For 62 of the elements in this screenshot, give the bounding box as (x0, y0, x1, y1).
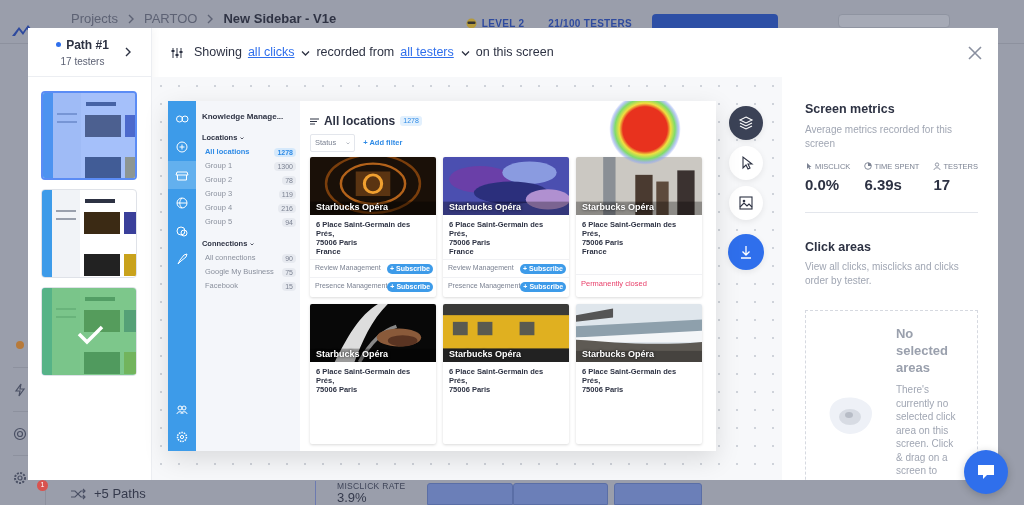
card-title: Starbucks Opéra (448, 203, 521, 212)
section-subtitle: View all clicks, misclicks and clicks order by tester. (804, 260, 960, 289)
settings-icon[interactable] (13, 470, 27, 485)
panel-title: Screen metrics (804, 101, 896, 118)
caret-down-icon (346, 141, 351, 145)
status-dot-icon (56, 42, 62, 47)
lifebuoy-icon[interactable] (13, 426, 27, 441)
card-title: Starbucks Opéra (448, 350, 521, 359)
users-icon[interactable] (174, 403, 189, 415)
image-icon (736, 194, 755, 212)
screen-thumbnail[interactable] (41, 91, 138, 180)
add-icon[interactable] (174, 141, 189, 153)
download-button[interactable] (727, 234, 764, 270)
clicks-dropdown[interactable]: all clicks (247, 43, 295, 62)
metric-value: 6.39s (864, 175, 903, 195)
filter-label: recorded from (316, 44, 395, 62)
sunglasses-face-icon (465, 18, 477, 29)
caret-down-icon[interactable] (249, 241, 256, 247)
section-title: Click areas (804, 238, 872, 256)
card-title: Starbucks Opéra (581, 350, 654, 359)
clock-icon (864, 162, 873, 171)
menu-icon[interactable] (309, 117, 319, 125)
testers-dropdown[interactable]: all testers (400, 43, 454, 62)
path-subtitle: 17 testers (59, 54, 106, 69)
caret-down-icon[interactable] (239, 135, 246, 141)
metric-label: MISCLICK RATE (337, 481, 407, 491)
settings-icon[interactable] (174, 431, 189, 443)
chat-icon[interactable] (174, 225, 189, 237)
breadcrumb-link[interactable]: Projects (71, 9, 118, 29)
empty-text: There's currently no selected click area on this screen. Click & drag on a screen to (895, 383, 957, 478)
card-title: Starbucks Opéra (581, 203, 654, 212)
image-button[interactable] (728, 186, 763, 220)
status-dot-icon[interactable] (13, 338, 27, 352)
metric-value: 3.9% (337, 491, 368, 505)
lightning-icon[interactable] (13, 382, 27, 397)
panel-subtitle: Average metrics recorded for this screen (804, 122, 954, 151)
filter-icon (169, 46, 184, 59)
breadcrumb-link[interactable]: PARTOO (143, 9, 198, 29)
cursor-icon (804, 162, 813, 171)
cursor-button[interactable] (728, 146, 763, 180)
logo-icon (174, 113, 189, 125)
testers-count: 21/100 TESTERS (548, 17, 632, 31)
layers-button[interactable] (728, 106, 763, 140)
paths-link[interactable]: +5 Paths (94, 487, 146, 501)
page-title: All locations (323, 113, 396, 130)
globe-icon[interactable] (174, 197, 189, 209)
user-icon (933, 162, 942, 171)
filter-label: on this screen (475, 44, 554, 62)
shuffle-icon (70, 488, 86, 500)
close-icon (968, 45, 982, 60)
card-title: Starbucks Opéra (315, 203, 388, 212)
empty-title: No selected areas (895, 325, 949, 377)
metric-value: 0.0% (804, 175, 841, 195)
path-title: Path #1 (66, 36, 109, 54)
metric-value: 17 (933, 175, 952, 195)
store-icon[interactable] (174, 169, 189, 181)
level-label: LEVEL 2 (481, 17, 525, 31)
breadcrumb-link[interactable]: New Sidebar - V1e (223, 9, 337, 29)
filter-label: Showing (193, 44, 242, 62)
sidebar-title: Knowledge Manage... (200, 111, 285, 123)
chat-bubble-icon (976, 463, 996, 481)
chat-button[interactable] (964, 450, 1008, 494)
